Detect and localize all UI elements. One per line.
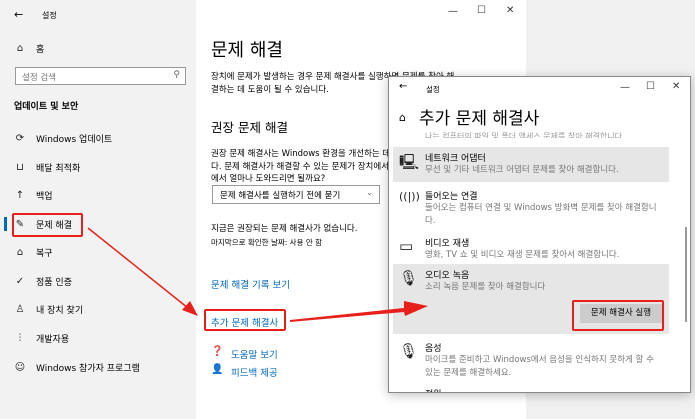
arrow-to-additional-link: [87, 227, 198, 316]
annotation-arrows: [87, 227, 428, 322]
arrow-to-new-window: [290, 301, 428, 322]
